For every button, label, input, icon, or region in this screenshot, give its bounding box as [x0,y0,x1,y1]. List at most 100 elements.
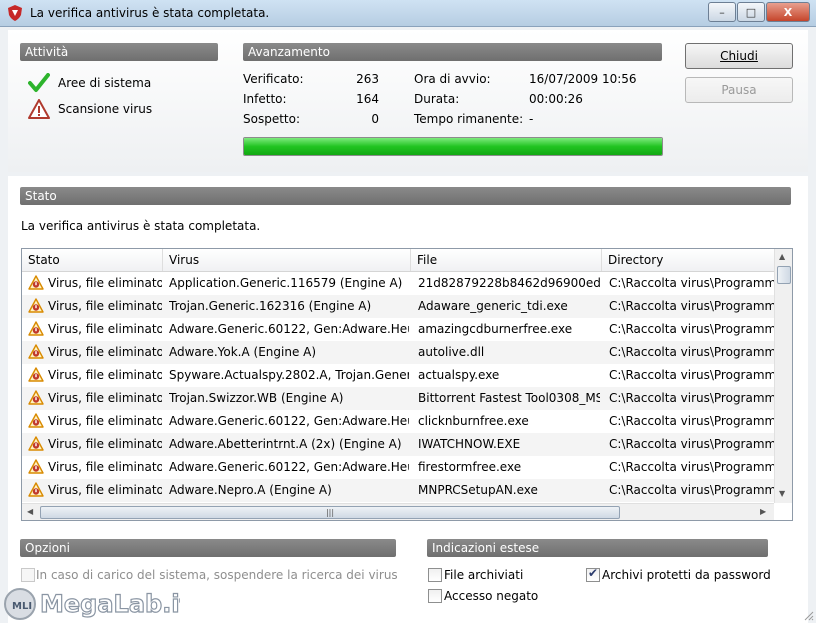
cell-directory: C:\Raccolta virus\Programmi co [609,345,774,359]
horizontal-scroll-thumb[interactable]: ||| [40,506,620,519]
virus-warning-icon [28,298,44,313]
suspect-label: Sospetto: [243,112,301,126]
cell-status: Virus, file eliminato [48,368,162,382]
progress-header: Avanzamento [243,43,662,61]
cell-file: MNPRCSetupAN.exe [418,483,538,497]
title-bar[interactable]: La verifica antivirus è stata completata… [0,0,816,27]
cell-virus: Trojan.Generic.162316 (Engine A) [169,299,372,313]
cell-status: Virus, file eliminato [48,460,162,474]
table-header: Stato Virus File Directory [22,249,774,272]
cell-status: Virus, file eliminato [48,299,162,313]
start-time-value: 16/07/2009 10:56 [529,72,637,86]
cell-virus: Adware.Generic.60122, Gen:Adware.Heur.01… [169,460,409,474]
virus-warning-icon [28,436,44,451]
password-archives-label[interactable]: Archivi protetti da password [602,568,771,582]
close-button-label: Chiudi [720,49,758,63]
archived-files-label[interactable]: File archiviati [444,568,523,582]
progress-fill [244,138,662,155]
virus-warning-icon [28,459,44,474]
cell-directory: C:\Raccolta virus\Programmi co [609,299,774,313]
scroll-right-icon[interactable]: ▶ [760,507,766,516]
pause-button-label: Pausa [721,83,757,97]
table-row[interactable]: Virus, file eliminato Trojan.Generic.1623… [22,295,774,318]
cell-status: Virus, file eliminato [48,345,162,359]
verified-label: Verificato: [243,72,304,86]
table-row[interactable]: Virus, file eliminato Adware.Abetterintrn… [22,433,774,456]
table-row[interactable]: Virus, file eliminato Adware.Generic.6012… [22,410,774,433]
virus-warning-icon [28,390,44,405]
checkmark-icon: ✔ [588,566,599,580]
column-header-status[interactable]: Stato [22,249,163,271]
password-archives-checkbox[interactable]: ✔ [586,566,600,582]
duration-label: Durata: [414,92,460,106]
table-row[interactable]: Virus, file eliminato Adware.Nepro.A (Eng… [22,479,774,502]
access-denied-label[interactable]: Accesso negato [444,589,538,603]
cell-status: Virus, file eliminato [48,322,162,336]
vertical-scroll-thumb[interactable] [777,266,791,284]
infected-value: 164 [356,92,379,106]
cell-file: amazingcdburnerfree.exe [418,322,573,336]
scroll-down-icon[interactable]: ▼ [779,489,785,498]
suspend-on-load-label: In caso di carico del sistema, sospender… [36,568,398,582]
column-header-virus[interactable]: Virus [163,249,411,271]
cell-directory: C:\Raccolta virus\Programmi co [609,391,774,405]
cell-file: clicknburnfree.exe [418,414,529,428]
resize-grip-icon[interactable] [804,611,814,621]
scan-progress-bar [243,137,663,156]
cell-status: Virus, file eliminato [48,276,162,290]
cell-directory: C:\Raccolta virus\Programmi co [609,460,774,474]
activity-header: Attività [20,43,218,61]
table-row[interactable]: Virus, file eliminato Application.Generic… [22,272,774,295]
scroll-left-icon[interactable]: ◀ [27,507,33,516]
close-button[interactable]: Chiudi [685,43,793,69]
vertical-scrollbar[interactable]: ▲ ▼ [774,249,792,503]
start-time-label: Ora di avvio: [414,72,491,86]
cell-virus: Spyware.Actualspy.2802.A, Trojan.Generic… [169,368,409,382]
cell-directory: C:\Raccolta virus\Programmi co [609,368,774,382]
antivirus-scan-window: La verifica antivirus è stata completata… [0,0,816,623]
table-row[interactable]: Virus, file eliminato Trojan.Swizzor.WB (… [22,387,774,410]
status-header: Stato [20,187,791,205]
cell-file: 21d82879228b8462d96900ed1508... [418,276,600,290]
activity-item-label: Scansione virus [58,102,153,116]
virus-warning-icon [28,482,44,497]
checkmark-icon [28,73,50,92]
minimize-button[interactable]: – [708,2,736,22]
table-row[interactable]: Virus, file eliminato Adware.Yok.A (Engin… [22,341,774,364]
table-row[interactable]: Virus, file eliminato Adware.Generic.6012… [22,456,774,479]
remaining-label: Tempo rimanente: [414,112,524,126]
table-row[interactable]: Virus, file eliminato Adware.Generic.6012… [22,318,774,341]
duration-value: 00:00:26 [529,92,583,106]
close-window-button[interactable]: X [766,2,810,22]
horizontal-scrollbar[interactable]: ◀ ||| ▶ [22,503,774,520]
remaining-value: - [529,112,534,126]
cell-virus: Adware.Generic.60122, Gen:Adware.Heur.60… [169,414,409,428]
cell-directory: C:\Raccolta virus\Programmi co [609,483,774,497]
cell-file: actualspy.exe [418,368,500,382]
warning-icon [28,99,50,119]
options-header: Opzioni [20,539,396,557]
cell-status: Virus, file eliminato [48,437,162,451]
virus-warning-icon [28,413,44,428]
column-header-file[interactable]: File [411,249,602,271]
cell-file: firestormfree.exe [418,460,522,474]
column-header-directory[interactable]: Directory [602,249,774,271]
archived-files-checkbox[interactable] [428,568,442,582]
cell-virus: Adware.Abetterintrnt.A (2x) (Engine A) [169,437,402,451]
cell-status: Virus, file eliminato [48,483,162,497]
cell-directory: C:\Raccolta virus\Programmi co [609,437,774,451]
extended-header: Indicazioni estese [427,539,768,557]
virus-warning-icon [28,344,44,359]
activity-item-label: Aree di sistema [58,76,152,90]
status-message: La verifica antivirus è stata completata… [21,219,261,233]
cell-directory: C:\Raccolta virus\Programmi co [609,322,774,336]
scroll-up-icon[interactable]: ▲ [779,252,785,261]
table-row[interactable]: Virus, file eliminato Spyware.Actualspy.2… [22,364,774,387]
cell-file: Adaware_generic_tdi.exe [418,299,568,313]
access-denied-checkbox[interactable] [428,589,442,603]
cell-status: Virus, file eliminato [48,391,162,405]
svg-text:MLI: MLI [12,601,32,612]
maximize-button[interactable]: □ [737,2,765,22]
results-table[interactable]: Stato Virus File Directory Virus, file e… [21,248,793,521]
cell-virus: Trojan.Swizzor.WB (Engine A) [169,391,344,405]
